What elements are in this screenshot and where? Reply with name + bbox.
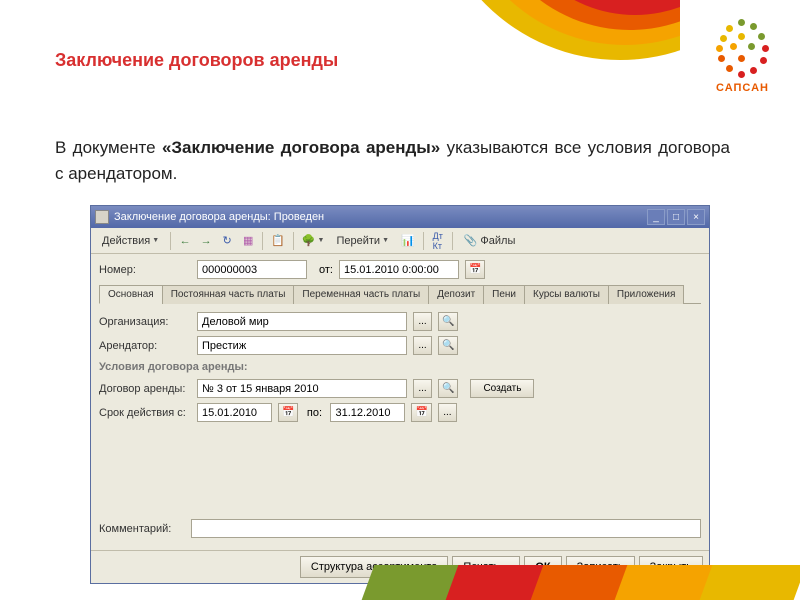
tenant-search-icon[interactable]: 🔍: [438, 336, 458, 355]
report-icon[interactable]: 📊: [397, 231, 419, 251]
window-title: Заключение договора аренды: Проведен: [114, 211, 645, 223]
forward-icon[interactable]: →: [196, 231, 216, 251]
decorative-stripes-top: [480, 0, 680, 100]
back-icon[interactable]: ←: [175, 231, 195, 251]
files-button[interactable]: 📎Файлы: [457, 231, 523, 251]
term-from-input[interactable]: [197, 403, 272, 422]
maximize-button[interactable]: □: [667, 209, 685, 225]
tenant-label: Арендатор:: [99, 340, 191, 352]
titlebar[interactable]: Заключение договора аренды: Проведен _ □…: [91, 206, 709, 228]
debit-credit-icon[interactable]: ДтКт: [428, 231, 448, 251]
slide-body: В документе «Заключение договора аренды»…: [55, 135, 730, 186]
from-label: от:: [313, 264, 333, 276]
toolbar: Действия▼ ← → ↻ ▦ 📋 🌳▼ Перейти▼ 📊 ДтКт 📎…: [91, 228, 709, 254]
date-input[interactable]: [339, 260, 459, 279]
org-select-button[interactable]: ...: [413, 312, 432, 331]
create-button[interactable]: Создать: [470, 379, 534, 398]
section-label: Условия договора аренды:: [99, 361, 701, 373]
number-label: Номер:: [99, 264, 191, 276]
tabs: Основная Постоянная часть платы Переменн…: [99, 284, 701, 304]
org-label: Организация:: [99, 316, 191, 328]
minimize-button[interactable]: _: [647, 209, 665, 225]
post-icon[interactable]: 📋: [267, 231, 289, 251]
tenant-input[interactable]: [197, 336, 407, 355]
contract-label: Договор аренды:: [99, 383, 191, 395]
tab-fines[interactable]: Пени: [483, 285, 525, 304]
contract-select-button[interactable]: ...: [413, 379, 432, 398]
body-bold: «Заключение договора аренды»: [162, 138, 440, 157]
tab-main[interactable]: Основная: [99, 285, 163, 304]
calendar-icon[interactable]: 📅: [465, 260, 485, 279]
org-input[interactable]: [197, 312, 407, 331]
tab-deposit[interactable]: Депозит: [428, 285, 484, 304]
contract-input[interactable]: [197, 379, 407, 398]
term-label: Срок действия с:: [99, 407, 191, 419]
tab-currency[interactable]: Курсы валюты: [524, 285, 609, 304]
actions-menu[interactable]: Действия▼: [95, 231, 166, 251]
tab-attach[interactable]: Приложения: [608, 285, 685, 304]
refresh-icon[interactable]: ↻: [217, 231, 237, 251]
empty-area: [99, 427, 701, 517]
number-input[interactable]: [197, 260, 307, 279]
brand-logo: САПСАН: [710, 15, 775, 94]
close-button[interactable]: ×: [687, 209, 705, 225]
structure-icon[interactable]: 🌳▼: [298, 231, 329, 251]
slide-heading: Заключение договоров аренды: [55, 50, 338, 71]
comment-label: Комментарий:: [99, 523, 191, 535]
org-search-icon[interactable]: 🔍: [438, 312, 458, 331]
tab-variable[interactable]: Переменная часть платы: [293, 285, 429, 304]
contract-search-icon[interactable]: 🔍: [438, 379, 458, 398]
window-icon: [95, 210, 109, 224]
brand-name: САПСАН: [710, 82, 775, 94]
tab-constant[interactable]: Постоянная часть платы: [162, 285, 295, 304]
grid-icon[interactable]: ▦: [238, 231, 258, 251]
term-to-calendar-icon[interactable]: 📅: [411, 403, 431, 422]
comment-input[interactable]: [191, 519, 701, 538]
term-extra-button[interactable]: ...: [438, 403, 457, 422]
tenant-select-button[interactable]: ...: [413, 336, 432, 355]
term-from-calendar-icon[interactable]: 📅: [278, 403, 298, 422]
decorative-stripes-bottom: [0, 565, 800, 600]
goto-menu[interactable]: Перейти▼: [329, 231, 396, 251]
term-to-label: по:: [304, 407, 324, 419]
document-window: Заключение договора аренды: Проведен _ □…: [90, 205, 710, 584]
form-content: Номер: от: 📅 Основная Постоянная часть п…: [91, 254, 709, 550]
term-to-input[interactable]: [330, 403, 405, 422]
body-prefix: В документе: [55, 138, 162, 157]
